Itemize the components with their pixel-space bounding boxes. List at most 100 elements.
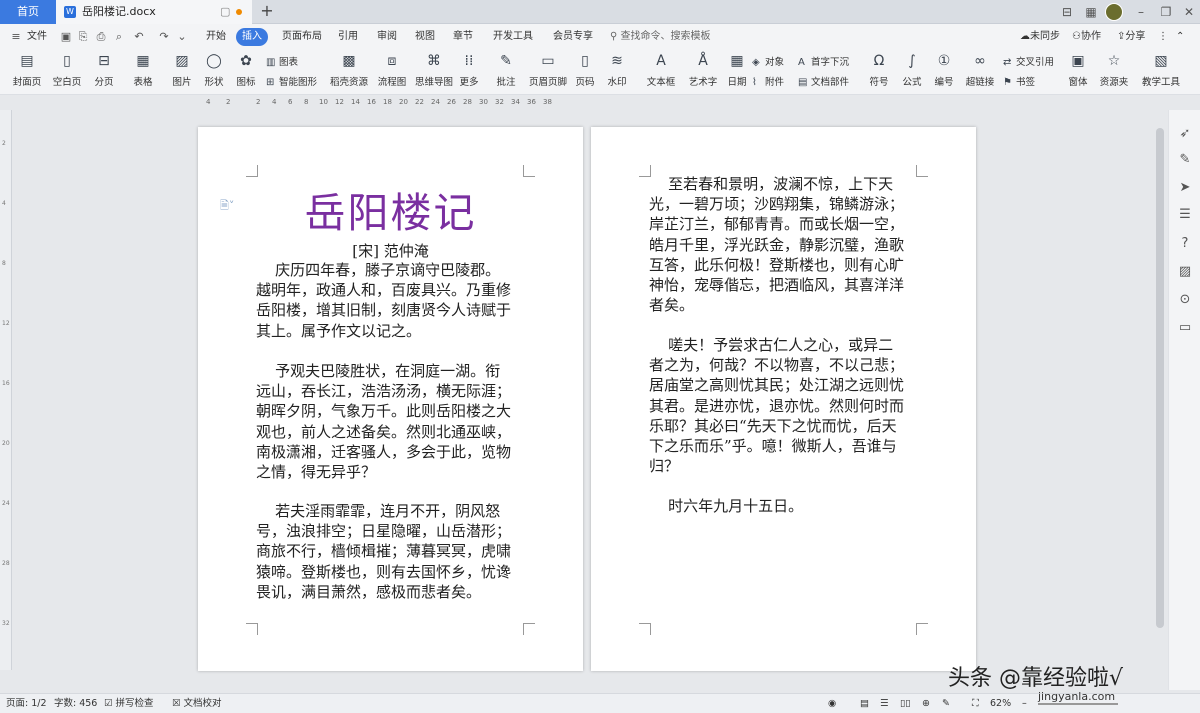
tab-member[interactable]: 会员专享 <box>553 24 593 50</box>
sync-status[interactable]: ☁未同步 <box>1020 24 1060 50</box>
chevron-down-icon[interactable]: ⌄ <box>176 30 188 43</box>
restore-icon[interactable]: ❐ <box>1155 0 1177 24</box>
eye-protection-icon[interactable]: ◉ <box>828 694 836 713</box>
fit-page-icon[interactable]: ⛶ <box>972 694 979 713</box>
zoom-out-icon[interactable]: – <box>1022 694 1027 713</box>
tab-review[interactable]: 审阅 <box>377 24 397 50</box>
document-author[interactable]: [宋] 范仲淹 <box>198 240 583 261</box>
close-icon[interactable]: ✕ <box>1178 0 1200 24</box>
header-footer-button[interactable]: ▭ 页眉页脚 <box>526 52 570 92</box>
docer-resources-button[interactable]: ▩ 稻壳资源 <box>328 52 370 92</box>
cover-page-button[interactable]: ▤ 封面页 <box>8 52 46 92</box>
new-tab-button[interactable]: + <box>258 0 276 24</box>
object-button[interactable]: ◈ 对象 <box>752 55 784 70</box>
redo-icon[interactable]: ↷ <box>158 30 170 43</box>
print-preview-icon[interactable]: ⌕ <box>113 30 125 43</box>
more-button[interactable]: ⁞⁞ 更多 <box>456 52 482 92</box>
watermark-button[interactable]: ≋ 水印 <box>604 52 630 92</box>
export-pdf-icon[interactable]: ⎘ <box>77 30 89 43</box>
paragraph[interactable]: 时六年九月十五日。 <box>649 496 803 516</box>
unsaved-dot-icon[interactable] <box>236 9 242 15</box>
word-art-button[interactable]: Å 艺术字 <box>684 52 722 92</box>
form-button[interactable]: ▣ 窗体 <box>1064 52 1092 92</box>
blank-page-button[interactable]: ▯ 空白页 <box>49 52 85 92</box>
tab-sections[interactable]: 章节 <box>453 24 473 50</box>
layout-icon[interactable]: ⊟ <box>1056 0 1078 24</box>
image-tool-icon[interactable]: ▨ <box>1177 264 1193 280</box>
horizontal-ruler[interactable]: 4 2 2 4 6 8 10 12 14 16 18 20 22 24 26 2… <box>198 96 598 110</box>
vertical-scrollbar[interactable] <box>1156 128 1164 628</box>
paragraph[interactable]: 予观夫巴陵胜状，在洞庭一湖。衔 远山，吞长江，浩浩汤汤，横无际涯； 朝晖夕阴，气… <box>256 361 511 482</box>
document-parts-button[interactable]: ▤ 文档部件 <box>798 75 849 90</box>
date-button[interactable]: ▦ 日期 <box>726 52 748 92</box>
file-menu[interactable]: 文件 <box>27 24 47 50</box>
hyperlink-button[interactable]: ∞ 超链接 <box>963 52 997 92</box>
tab-home[interactable]: 开始 <box>206 24 226 50</box>
more-menu-icon[interactable]: ⋮ <box>1158 24 1168 50</box>
zoom-slider[interactable] <box>1038 703 1118 705</box>
mind-map-button[interactable]: ⌘ 思维导图 <box>412 52 456 92</box>
document-page-1[interactable]: 🗎˅ 岳阳楼记 [宋] 范仲淹 庆历四年春，滕子京谪守巴陵郡。 越明年，政通人和… <box>198 127 583 671</box>
comment-button[interactable]: ✎ 批注 <box>494 52 518 92</box>
share-button[interactable]: ⇪分享 <box>1117 24 1145 50</box>
bookmark-button[interactable]: ⚑ 书签 <box>1003 75 1035 90</box>
zoom-level[interactable]: 62% <box>990 694 1011 713</box>
formula-button[interactable]: ∫ 公式 <box>898 52 926 92</box>
print-icon[interactable]: ⎙ <box>95 30 107 43</box>
spell-check-toggle[interactable]: ☑ 拼写检查 <box>104 694 154 713</box>
command-search[interactable]: ⚲ 查找命令、搜索模板 <box>610 29 740 45</box>
drop-cap-button[interactable]: A 首字下沉 <box>798 55 849 70</box>
book-icon[interactable]: ▭ <box>1177 320 1193 336</box>
web-view-icon[interactable]: ⊕ <box>922 694 930 713</box>
save-icon[interactable]: ▣ <box>60 30 72 43</box>
tab-window-icon[interactable]: ▢ <box>220 0 230 24</box>
document-tab[interactable]: W 岳阳楼记.docx ▢ <box>56 0 252 24</box>
document-proofread-button[interactable]: ☒ 文档校对 <box>172 694 222 713</box>
page-number-button[interactable]: ▯ 页码 <box>573 52 597 92</box>
word-count[interactable]: 字数: 456 <box>54 694 97 713</box>
smart-art-button[interactable]: ⊞ 智能图形 <box>266 75 317 90</box>
help-icon[interactable]: ? <box>1177 236 1193 252</box>
avatar[interactable] <box>1105 3 1123 21</box>
location-icon[interactable]: ⊙ <box>1177 292 1193 308</box>
vertical-ruler[interactable]: 2 4 8 12 16 20 24 28 32 <box>0 110 12 670</box>
pen-icon[interactable]: ✎ <box>1177 152 1193 168</box>
page-view-icon[interactable]: ▤ <box>860 694 869 713</box>
paragraph[interactable]: 庆历四年春，滕子京谪守巴陵郡。 越明年，政通人和，百废具兴。乃重修 岳阳楼，增其… <box>256 260 511 341</box>
picture-button[interactable]: ▨ 图片 <box>167 52 197 92</box>
cross-reference-button[interactable]: ⇄ 交叉引用 <box>1003 55 1054 70</box>
collaborate-button[interactable]: ⚇协作 <box>1072 24 1101 50</box>
icon-library-button[interactable]: ✿ 图标 <box>231 52 261 92</box>
shape-button[interactable]: ◯ 形状 <box>199 52 229 92</box>
resource-folder-button[interactable]: ☆ 资源夹 <box>1097 52 1131 92</box>
teaching-tools-button[interactable]: ▧ 教学工具 <box>1140 52 1182 92</box>
tab-page-layout[interactable]: 页面布局 <box>282 24 322 50</box>
settings-sliders-icon[interactable]: ☰ <box>1177 207 1193 223</box>
rocket-icon[interactable]: ➶ <box>1177 126 1193 142</box>
document-title[interactable]: 岳阳楼记 <box>198 179 583 239</box>
textbox-button[interactable]: A 文本框 <box>643 52 679 92</box>
page-counter[interactable]: 页面: 1/2 <box>6 694 47 713</box>
undo-icon[interactable]: ↶ <box>133 30 145 43</box>
attachment-button[interactable]: ⌇ 附件 <box>752 75 784 90</box>
table-button[interactable]: ▦ 表格 <box>128 52 158 92</box>
tab-developer[interactable]: 开发工具 <box>493 24 533 50</box>
paragraph[interactable]: 嗟夫！予尝求古仁人之心，或异二 者之为，何哉？不以物喜，不以己悲； 居庙堂之高则… <box>649 335 904 476</box>
document-page-2[interactable]: 至若春和景明，波澜不惊，上下天 光，一碧万顷；沙鸥翔集，锦鳞游泳； 岸芷汀兰，郁… <box>591 127 976 671</box>
tab-references[interactable]: 引用 <box>338 24 358 50</box>
tab-insert[interactable]: 插入 <box>236 28 268 46</box>
paragraph[interactable]: 至若春和景明，波澜不惊，上下天 光，一碧万顷；沙鸥翔集，锦鳞游泳； 岸芷汀兰，郁… <box>649 174 904 315</box>
symbol-button[interactable]: Ω 符号 <box>866 52 892 92</box>
flowchart-button[interactable]: ⧈ 流程图 <box>375 52 409 92</box>
numbering-button[interactable]: ① 编号 <box>931 52 957 92</box>
chart-button[interactable]: ▥ 图表 <box>266 55 298 70</box>
cursor-icon[interactable]: ➤ <box>1177 180 1193 196</box>
tab-view[interactable]: 视图 <box>415 24 435 50</box>
collapse-ribbon-icon[interactable]: ⌃ <box>1176 24 1184 50</box>
grid-view-icon[interactable]: ▦ <box>1080 0 1102 24</box>
paragraph[interactable]: 若夫淫雨霏霏，连月不开，阴风怒 号，浊浪排空；日星隐曜，山岳潜形； 商旅不行，樯… <box>256 501 511 602</box>
page-break-button[interactable]: ⊟ 分页 <box>89 52 119 92</box>
write-mode-icon[interactable]: ✎ <box>942 694 950 713</box>
minimize-icon[interactable]: – <box>1130 0 1152 24</box>
outline-view-icon[interactable]: ☰ <box>880 694 889 713</box>
